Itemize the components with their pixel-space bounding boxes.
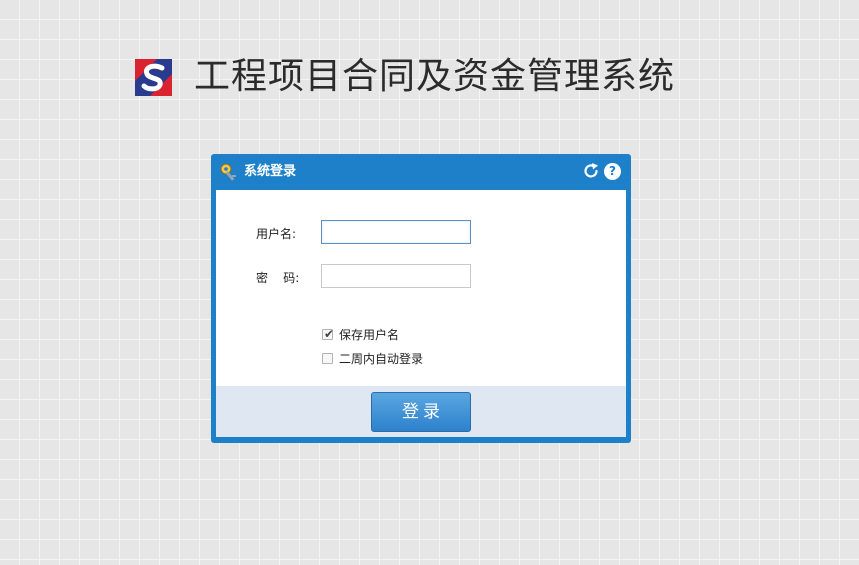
- login-panel-title: 系统登录: [244, 164, 297, 179]
- remember-username-label: 保存用户名: [339, 328, 400, 342]
- remember-username-option[interactable]: ✔ 保存用户名: [322, 326, 399, 343]
- login-panel-footer: 登录: [216, 386, 626, 437]
- company-logo-icon: [135, 58, 172, 96]
- password-input[interactable]: [321, 264, 471, 288]
- password-label: 密 码:: [256, 271, 300, 285]
- username-label: 用户名:: [256, 227, 297, 241]
- checkmark-icon: ✔: [324, 327, 335, 341]
- refresh-icon[interactable]: [582, 162, 600, 180]
- login-button[interactable]: 登录: [371, 392, 471, 432]
- key-icon: [220, 163, 236, 181]
- app-title: 工程项目合同及资金管理系统: [194, 56, 676, 97]
- username-input[interactable]: [321, 220, 471, 244]
- app-header: 工程项目合同及资金管理系统: [135, 56, 675, 98]
- auto-login-option[interactable]: 二周内自动登录: [322, 350, 423, 367]
- auto-login-label: 二周内自动登录: [339, 352, 424, 366]
- login-panel-header: 系统登录 ?: [211, 154, 631, 190]
- auto-login-checkbox[interactable]: [322, 353, 333, 364]
- login-panel: 系统登录 ? 用户名: 密 码: ✔ 保存用户名 二周内自动登录 登录: [211, 154, 631, 443]
- help-icon[interactable]: ?: [604, 163, 621, 180]
- remember-username-checkbox[interactable]: ✔: [322, 327, 335, 341]
- login-form: 用户名: 密 码: ✔ 保存用户名 二周内自动登录: [216, 190, 626, 386]
